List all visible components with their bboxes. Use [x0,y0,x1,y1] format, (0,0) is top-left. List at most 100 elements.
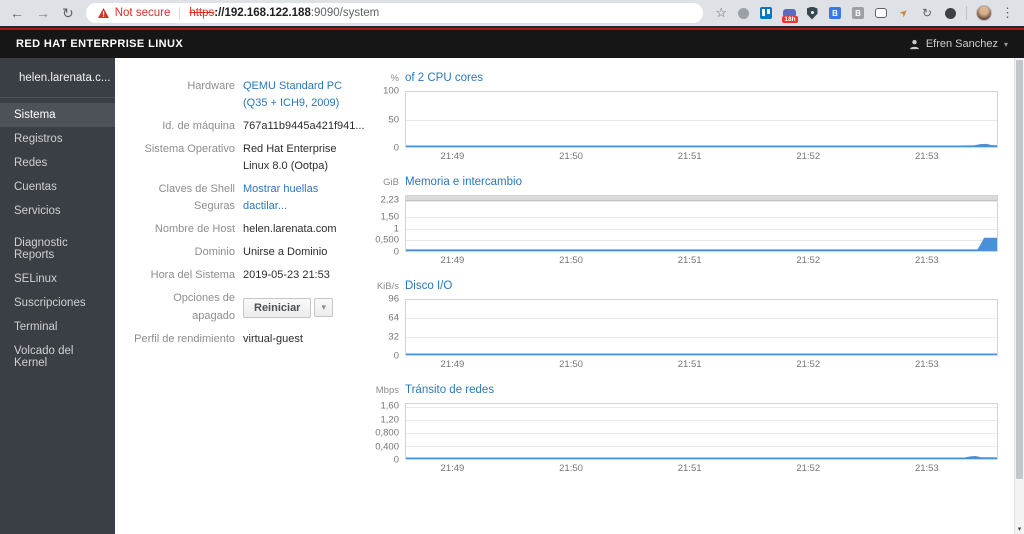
memory-y-axis: 2,23 1,50 1 0,500 0 [367,195,405,258]
cpu-series-svg [406,92,997,147]
user-icon [909,39,919,49]
sidebar-item-sistema[interactable]: Sistema [0,103,115,127]
x-tick-label: 21:53 [914,463,939,474]
scrollbar-down-icon[interactable]: ▾ [1015,525,1024,533]
extension-timer-icon[interactable]: 18h [782,6,798,23]
info-row-power-options: Opciones de apagado Reiniciar ▾ [129,290,367,324]
browser-forward-icon[interactable]: → [36,6,50,20]
y-tick-label: 0 [393,142,399,154]
disk-unit-label: KiB/s [376,281,399,292]
x-tick-label: 21:53 [914,151,939,162]
x-tick-label: 21:49 [440,255,465,266]
user-menu[interactable]: Efren Sanchez ▾ [909,38,1008,50]
disk-chart-title[interactable]: Disco I/O [405,280,452,292]
browser-toolbar: ← → ↻ Not secure https://192.168.122.188… [0,0,1024,26]
disk-chart-header: KiB/s Disco I/O [367,280,998,296]
sidebar-item-diagnostic-reports[interactable]: Diagnostic Reports [0,231,115,267]
browser-reload-icon[interactable]: ↻ [62,6,74,20]
hardware-value[interactable]: QEMU Standard PC (Q35 + ICH9, 2009) [243,78,365,112]
sidebar: helen.larenata.c... Sistema Registros Rede… [0,58,115,534]
x-tick-label: 21:49 [440,463,465,474]
browser-back-icon[interactable]: ← [10,6,24,20]
content-scrollbar[interactable]: ▾ [1014,58,1024,534]
x-tick-label: 21:50 [559,463,583,474]
x-tick-label: 21:52 [796,255,821,266]
user-menu-caret-icon: ▾ [1003,39,1008,49]
sidebar-item-selinux[interactable]: SELinux [0,267,115,291]
y-tick-label: 1,50 [380,211,400,223]
disk-chart: KiB/s Disco I/O 96 64 32 0 21:49 21:50 21:51 21:5… [367,280,998,371]
sidebar-item-redes[interactable]: Redes [0,151,115,175]
sidebar-item-registros[interactable]: Registros [0,127,115,151]
extension-dark-circle-icon[interactable] [943,6,957,20]
browser-menu-icon[interactable]: ⋮ [1001,5,1014,21]
secure-shell-keys-value[interactable]: Mostrar huellas dactilar... [243,181,365,215]
url-scheme: https [189,7,215,19]
extension-gray-circle-icon[interactable] [736,6,750,20]
extension-badge: 18h [782,16,798,23]
x-tick-label: 21:53 [914,359,939,370]
not-secure-warning-icon[interactable] [97,8,109,18]
sidebar-item-suscripciones[interactable]: Suscripciones [0,291,115,315]
memory-chart: GiB Memoria e intercambio 2,23 1,50 1 0,500 0 2… [367,176,998,267]
operating-system-label: Sistema Operativo [144,143,235,156]
memory-chart-body: 2,23 1,50 1 0,500 0 [367,195,998,258]
info-row-operating-system: Sistema Operativo Red Hat Enterprise Linu… [129,141,367,175]
memory-plot-area[interactable] [405,195,998,252]
cpu-chart-header: % of 2 CPU cores [367,72,998,88]
extension-sync-icon[interactable]: ↻ [920,6,934,20]
cpu-x-axis: 21:49 21:50 21:51 21:52 21:53 [405,148,998,163]
profile-avatar[interactable] [976,5,992,21]
hardware-label: Hardware [187,80,235,92]
network-plot-area[interactable] [405,403,998,460]
extension-chat-bubble-icon[interactable] [874,6,888,20]
sidebar-item-servicios[interactable]: Servicios [0,199,115,223]
url-separator [179,7,181,19]
disk-y-axis: 96 64 32 0 [367,294,405,362]
x-tick-label: 21:52 [796,463,821,474]
y-tick-label: 96 [388,293,399,305]
domain-value[interactable]: Unirse a Dominio [243,244,365,261]
x-tick-label: 21:53 [914,255,939,266]
extension-trello-icon[interactable] [759,6,773,20]
extension-pointer-icon[interactable]: ➤ [894,3,914,23]
sidebar-nav: Sistema Registros Redes Cuentas Servicios Dia… [0,103,115,375]
scrollbar-thumb[interactable] [1016,60,1023,479]
url-host: ://192.168.122.188 [214,7,311,19]
memory-x-axis: 21:49 21:50 21:51 21:52 21:53 [405,252,998,267]
masthead: RED HAT ENTERPRISE LINUX Efren Sanchez ▾ [0,30,1024,58]
performance-profile-value[interactable]: virtual-guest [243,331,365,348]
cpu-chart-body: 100 50 0 [367,86,998,154]
domain-label: Dominio [194,246,235,259]
url-path: :9090/system [310,7,380,19]
power-options-dropdown-toggle[interactable]: ▾ [314,298,333,318]
network-chart-title[interactable]: Tránsito de redes [405,384,494,396]
extension-b-gray-icon[interactable]: B [851,6,865,20]
memory-chart-title[interactable]: Memoria e intercambio [405,176,522,188]
x-tick-label: 21:50 [559,359,583,370]
y-tick-label: 32 [388,331,399,343]
info-row-domain: Dominio Unirse a Dominio [129,244,367,261]
power-options-button[interactable]: Reiniciar [243,297,312,318]
network-series-svg [406,404,997,459]
sidebar-item-cuentas[interactable]: Cuentas [0,175,115,199]
network-y-axis: 1,60 1,20 0,800 0,400 0 [367,401,405,466]
secure-shell-keys-label: Claves de Shell Seguras [158,183,235,213]
bookmark-star-icon[interactable]: ☆ [715,5,727,21]
sidebar-item-terminal[interactable]: Terminal [0,315,115,339]
system-info-panel: Hardware QEMU Standard PC (Q35 + ICH9, 20… [129,72,367,534]
extension-shield-icon[interactable] [805,6,819,20]
extension-b-blue-icon[interactable]: B [828,6,842,20]
y-tick-label: 0,400 [375,441,399,453]
disk-chart-body: 96 64 32 0 [367,294,998,362]
address-bar[interactable]: Not secure https://192.168.122.188:9090/… [85,3,704,23]
cpu-chart-title[interactable]: of 2 CPU cores [405,72,483,84]
sidebar-host[interactable]: helen.larenata.c... [0,58,115,97]
sidebar-item-volcado-del-kernel[interactable]: Volcado del Kernel [0,339,115,375]
disk-plot-area[interactable] [405,299,998,356]
info-row-system-time: Hora del Sistema 2019-05-23 21:53 [129,267,367,284]
system-time-value[interactable]: 2019-05-23 21:53 [243,267,365,284]
system-time-label: Hora del Sistema [150,269,235,282]
x-tick-label: 21:51 [677,463,702,474]
cpu-plot-area[interactable] [405,91,998,148]
